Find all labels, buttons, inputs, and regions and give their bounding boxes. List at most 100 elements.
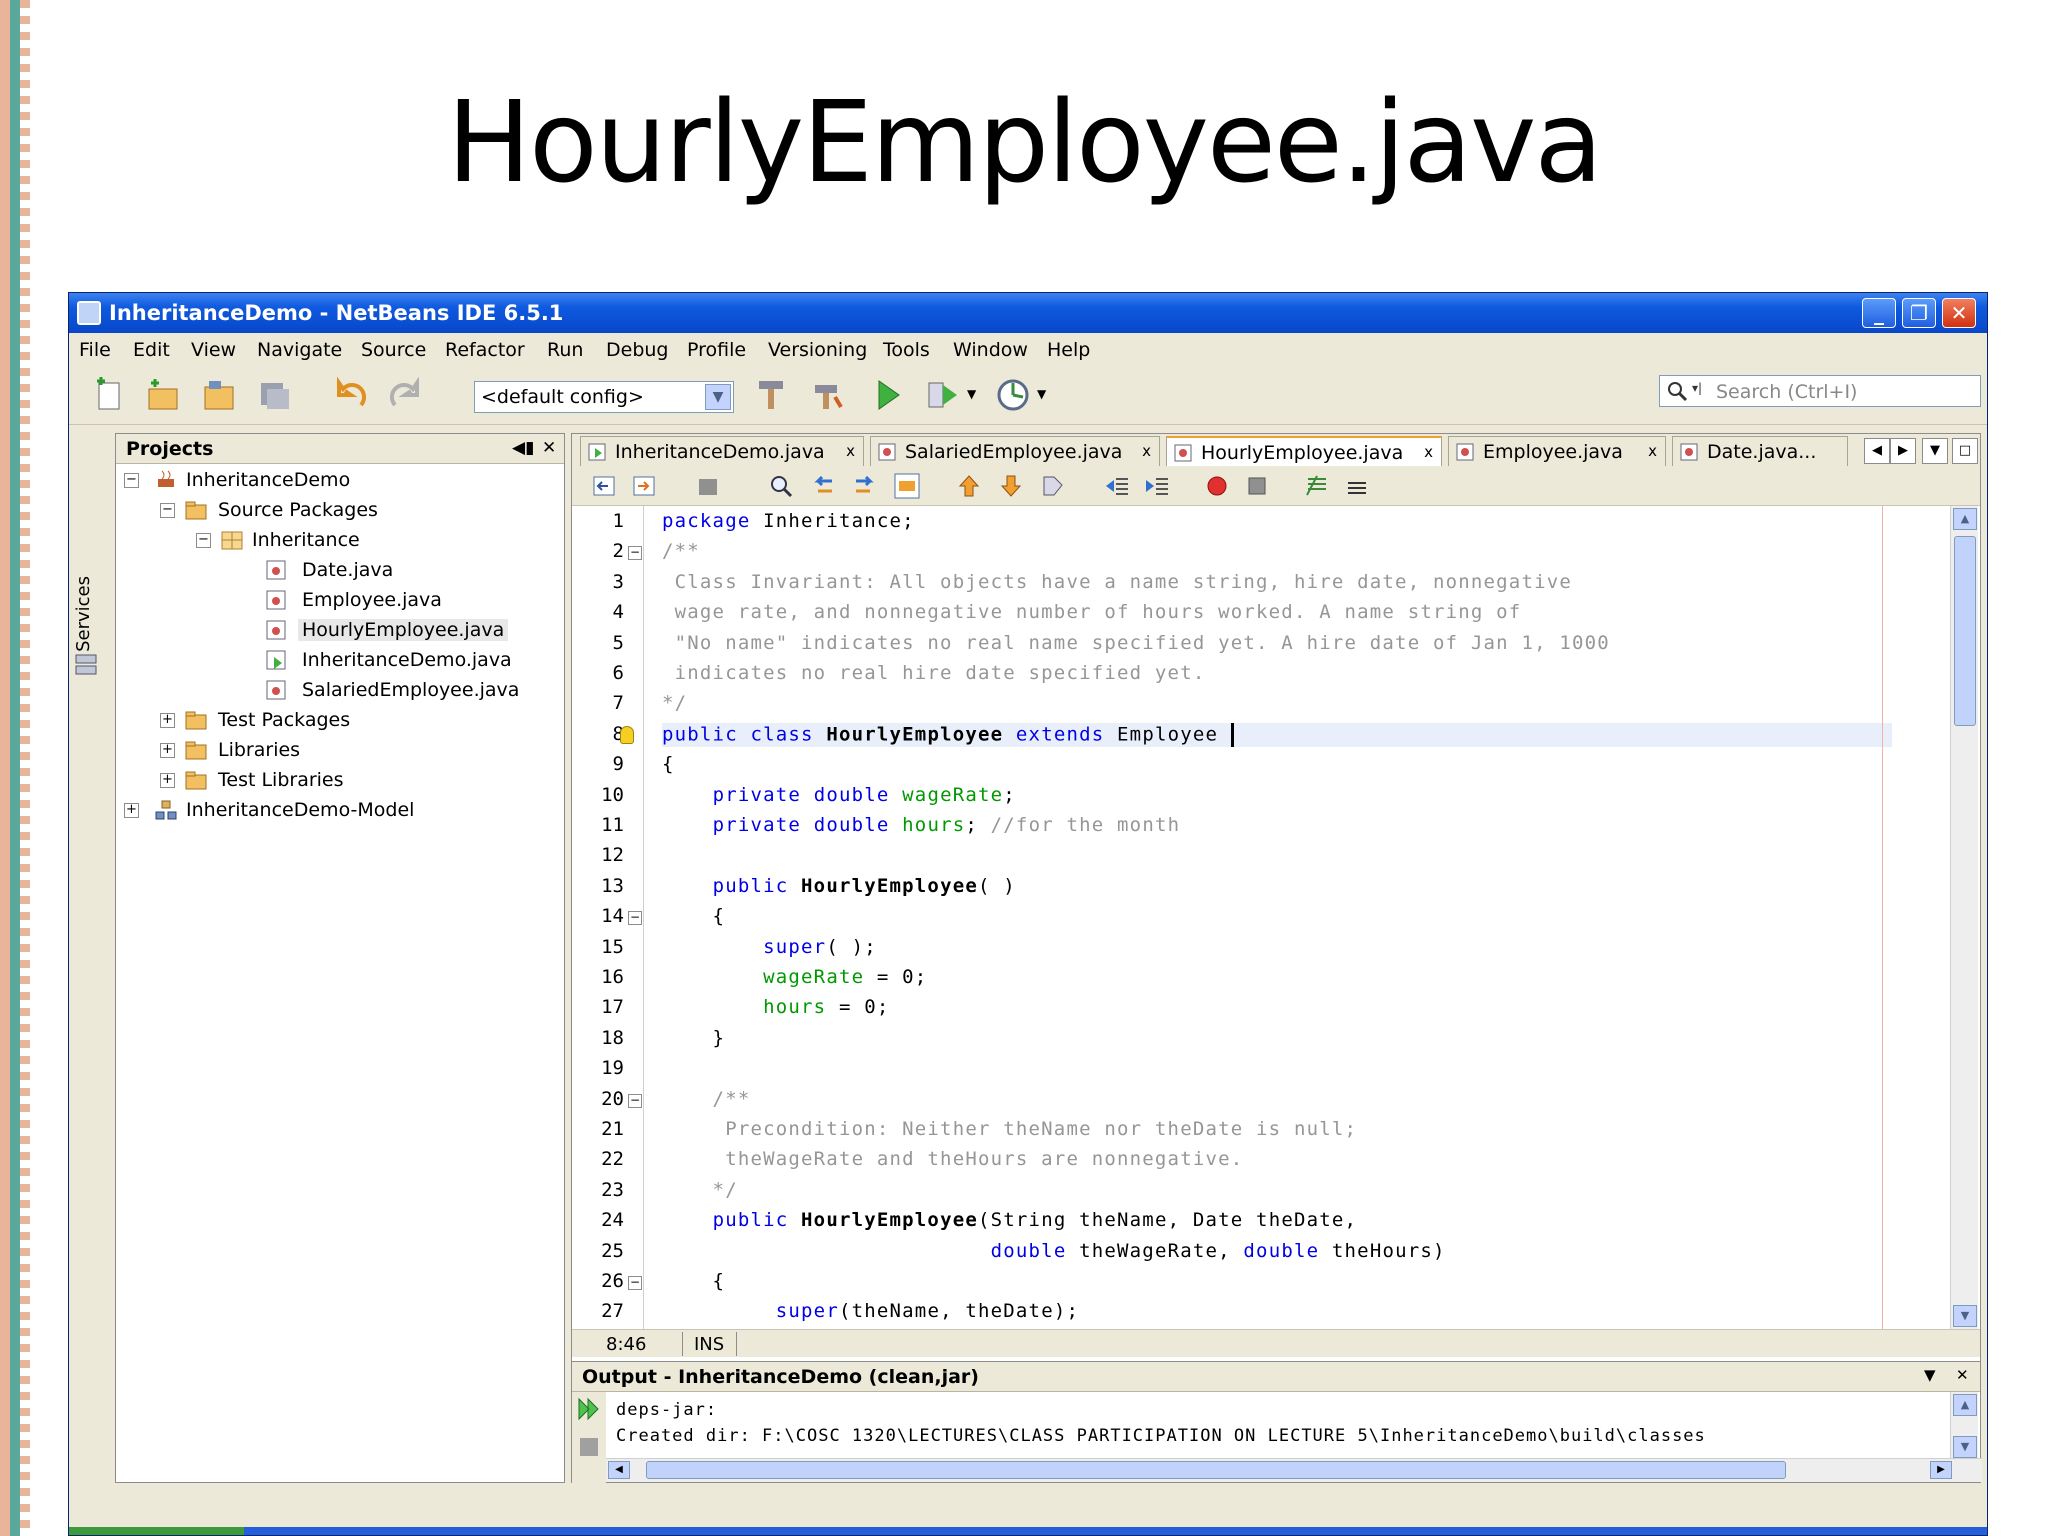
search-icon[interactable] bbox=[1666, 380, 1688, 402]
services-icon[interactable] bbox=[73, 652, 99, 678]
menu-window[interactable]: Window bbox=[953, 339, 1028, 361]
code-line[interactable]: } bbox=[662, 1027, 725, 1049]
close-output-icon[interactable]: ✕ bbox=[1956, 1366, 1969, 1384]
code-line[interactable]: hours = 0; bbox=[662, 996, 890, 1018]
start-macro-icon[interactable] bbox=[1204, 473, 1230, 499]
maximize-button[interactable]: ❐ bbox=[1902, 298, 1936, 328]
next-bookmark-icon[interactable] bbox=[998, 473, 1024, 499]
fold-toggle-icon[interactable]: − bbox=[628, 911, 642, 926]
output-vertical-scrollbar[interactable]: ▲ ▼ bbox=[1950, 1392, 1978, 1460]
code-line[interactable]: public HourlyEmployee(String theName, Da… bbox=[662, 1209, 1357, 1231]
code-line[interactable]: super( ); bbox=[662, 936, 877, 958]
code-line[interactable]: /** bbox=[662, 540, 700, 562]
profile-icon[interactable] bbox=[995, 377, 1031, 413]
expand-toggle[interactable]: + bbox=[160, 713, 175, 728]
scrollbar-thumb[interactable] bbox=[1954, 536, 1976, 726]
close-tab-icon[interactable]: x bbox=[1648, 442, 1657, 460]
menu-source[interactable]: Source bbox=[361, 339, 426, 361]
code-line[interactable]: { bbox=[662, 1270, 725, 1292]
tab-scroll-left-icon[interactable]: ◀ bbox=[1864, 438, 1890, 464]
scroll-down-icon[interactable]: ▼ bbox=[1953, 1436, 1977, 1458]
collapse-toggle[interactable]: − bbox=[124, 473, 139, 488]
services-tab[interactable]: Services bbox=[73, 576, 94, 652]
find-previous-icon[interactable] bbox=[810, 473, 836, 499]
shift-right-icon[interactable] bbox=[1144, 473, 1170, 499]
fold-toggle-icon[interactable]: − bbox=[628, 1276, 642, 1290]
clean-build-icon[interactable] bbox=[809, 377, 845, 413]
output-horizontal-scrollbar[interactable]: ◀ ▶ bbox=[606, 1458, 1982, 1482]
menu-tools[interactable]: Tools bbox=[883, 339, 930, 361]
menu-help[interactable]: Help bbox=[1047, 339, 1090, 361]
expand-toggle[interactable]: + bbox=[160, 773, 175, 788]
code-line[interactable]: public HourlyEmployee( ) bbox=[662, 875, 1016, 897]
undo-icon[interactable] bbox=[333, 377, 369, 413]
search-dropdown-icon[interactable]: ▾| bbox=[1692, 381, 1702, 395]
save-all-icon[interactable] bbox=[257, 377, 293, 413]
scrollbar-thumb[interactable] bbox=[646, 1461, 1786, 1479]
code-line[interactable]: */ bbox=[662, 1179, 738, 1201]
menu-view[interactable]: View bbox=[191, 339, 236, 361]
comment-icon[interactable] bbox=[1304, 473, 1330, 499]
expand-toggle[interactable]: + bbox=[160, 743, 175, 758]
debug-icon[interactable] bbox=[925, 377, 961, 413]
code-line[interactable]: super(theName, theDate); bbox=[662, 1300, 1079, 1322]
expand-toggle[interactable]: + bbox=[124, 803, 139, 818]
code-line[interactable]: indicates no real hire date specified ye… bbox=[662, 662, 1205, 684]
previous-bookmark-icon[interactable] bbox=[956, 473, 982, 499]
code-line[interactable]: public class HourlyEmployee extends Empl… bbox=[662, 722, 1892, 747]
code-line[interactable]: Precondition: Neither theName nor theDat… bbox=[662, 1118, 1357, 1140]
code-line[interactable]: */ bbox=[662, 692, 687, 714]
run-icon[interactable] bbox=[869, 377, 905, 413]
search-input[interactable]: ▾| Search (Ctrl+I) bbox=[1659, 375, 1981, 407]
toggle-highlight-icon[interactable] bbox=[894, 473, 920, 499]
code-line[interactable]: Class Invariant: All objects have a name… bbox=[662, 571, 1572, 593]
menu-run[interactable]: Run bbox=[547, 339, 583, 361]
code-editor[interactable]: package Inheritance; /** Class Invariant:… bbox=[644, 506, 1944, 1329]
start-button[interactable] bbox=[69, 1527, 244, 1535]
menu-profile[interactable]: Profile bbox=[687, 339, 746, 361]
code-line[interactable]: private double hours; //for the month bbox=[662, 814, 1180, 836]
tab-list-dropdown-icon[interactable]: ▼ bbox=[1922, 438, 1948, 464]
code-line[interactable]: private double wageRate; bbox=[662, 784, 1016, 806]
code-line[interactable]: double theWageRate, double theHours) bbox=[662, 1240, 1446, 1262]
close-panel-icon[interactable]: ✕ bbox=[542, 438, 556, 458]
code-line[interactable]: { bbox=[662, 905, 725, 927]
menu-edit[interactable]: Edit bbox=[133, 339, 170, 361]
code-line[interactable]: wageRate = 0; bbox=[662, 966, 927, 988]
profile-dropdown-icon[interactable]: ▼ bbox=[1037, 387, 1046, 401]
forward-history-icon[interactable] bbox=[632, 473, 658, 499]
new-project-icon[interactable] bbox=[145, 377, 181, 413]
tab-hourlyemployee-java[interactable]: HourlyEmployee.java x bbox=[1166, 436, 1442, 466]
shift-left-icon[interactable] bbox=[1104, 473, 1130, 499]
close-tab-icon[interactable]: x bbox=[1424, 443, 1433, 461]
tab-scroll-right-icon[interactable]: ▶ bbox=[1890, 438, 1916, 464]
debug-dropdown-icon[interactable]: ▼ bbox=[967, 387, 976, 401]
menu-refactor[interactable]: Refactor bbox=[445, 339, 525, 361]
tab-date-java[interactable]: Date.java... bbox=[1672, 436, 1848, 466]
close-tab-icon[interactable]: x bbox=[1142, 442, 1151, 460]
build-hammer-icon[interactable] bbox=[753, 377, 789, 413]
rerun-icon[interactable] bbox=[576, 1396, 602, 1422]
tab-salariedemployee-java[interactable]: SalariedEmployee.java x bbox=[870, 436, 1160, 466]
tab-employee-java[interactable]: Employee.java x bbox=[1448, 436, 1666, 466]
toggle-bookmark-icon[interactable] bbox=[1040, 473, 1066, 499]
collapse-toggle[interactable]: − bbox=[196, 533, 211, 548]
scroll-down-icon[interactable]: ▼ bbox=[1953, 1305, 1977, 1327]
find-next-icon[interactable] bbox=[852, 473, 878, 499]
stop-macro-icon[interactable] bbox=[1244, 473, 1270, 499]
scroll-up-icon[interactable]: ▲ bbox=[1953, 508, 1977, 530]
stop-icon[interactable] bbox=[578, 1436, 600, 1458]
hint-bulb-icon[interactable] bbox=[620, 725, 634, 744]
fold-toggle-icon[interactable]: − bbox=[628, 1093, 642, 1108]
config-dropdown[interactable]: <default config> ▼ bbox=[474, 381, 734, 413]
collapse-toggle[interactable]: − bbox=[160, 503, 175, 518]
scroll-right-icon[interactable]: ▶ bbox=[1930, 1461, 1952, 1479]
fold-toggle-icon[interactable]: − bbox=[628, 546, 642, 561]
minimize-panel-icon[interactable]: ◀▮ bbox=[512, 438, 534, 458]
close-button[interactable]: ✕ bbox=[1942, 298, 1976, 328]
minimize-output-icon[interactable]: ▼ bbox=[1924, 1366, 1936, 1384]
menu-versioning[interactable]: Versioning bbox=[768, 339, 867, 361]
uncomment-icon[interactable] bbox=[1344, 473, 1370, 499]
code-line[interactable]: "No name" indicates no real name specifi… bbox=[662, 632, 1610, 654]
code-line[interactable]: { bbox=[662, 753, 675, 775]
